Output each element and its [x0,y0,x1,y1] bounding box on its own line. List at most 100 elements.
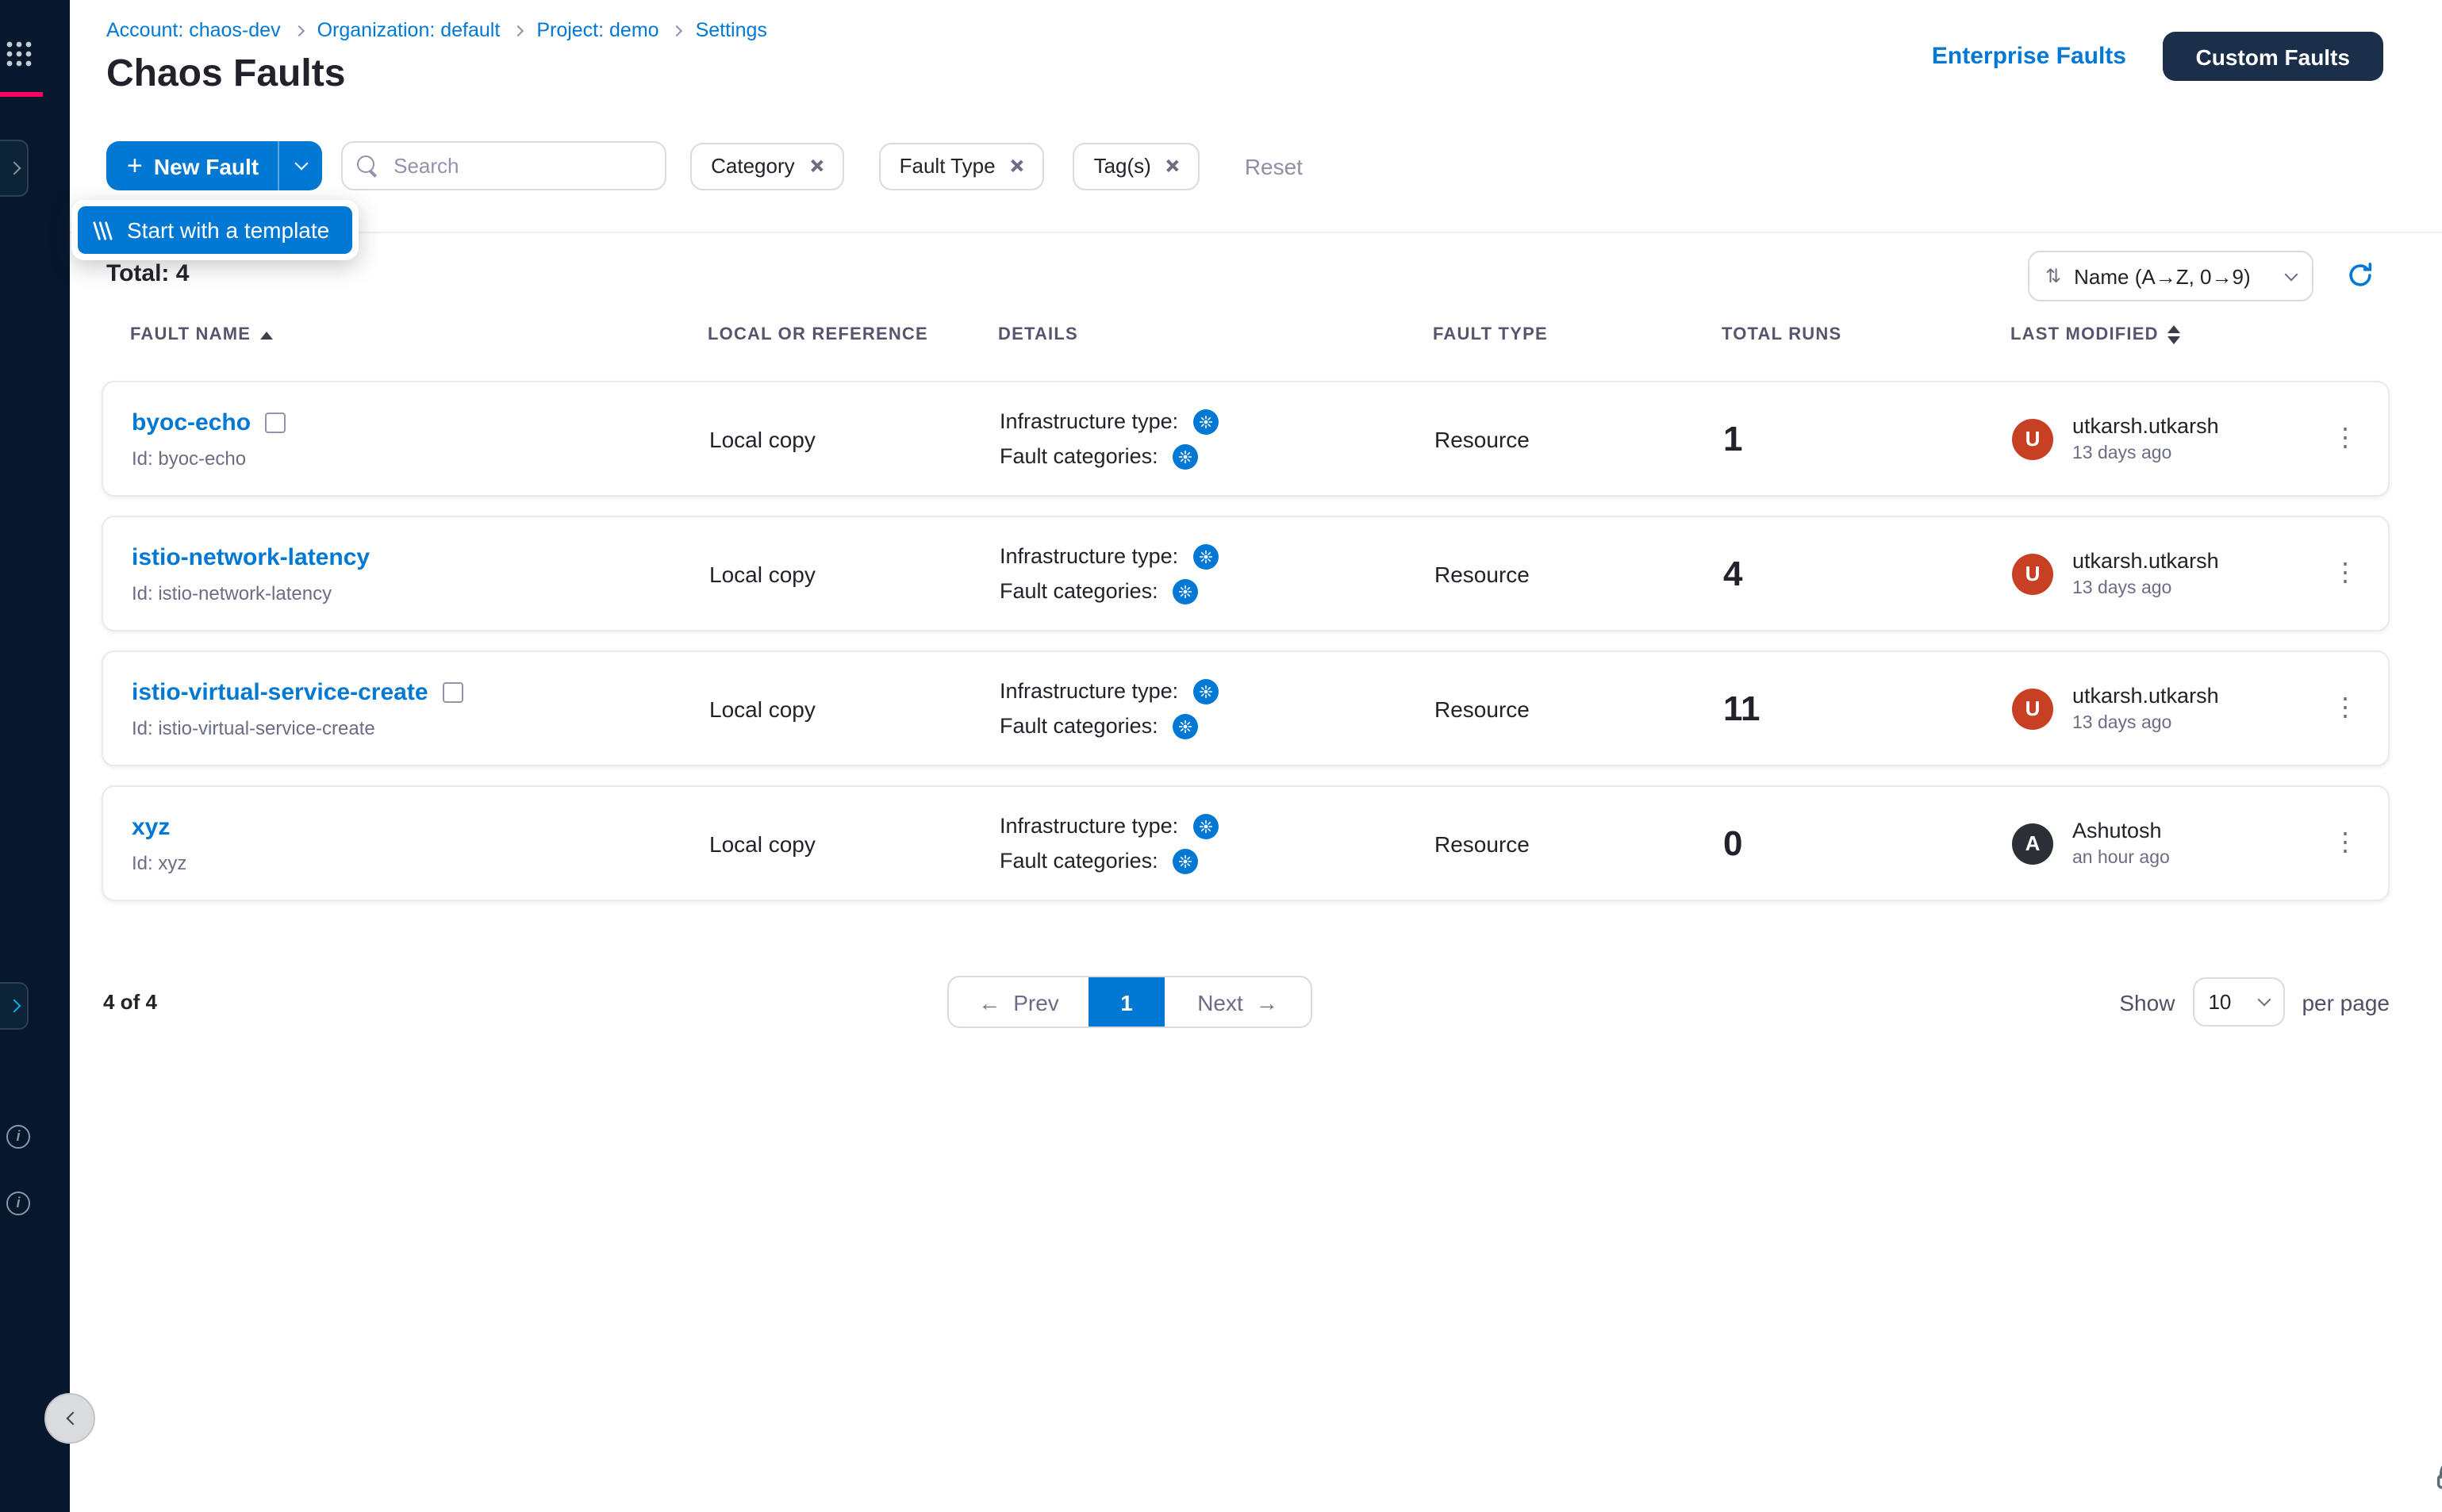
main-content: Account: chaos-dev Organization: default… [70,0,2442,1512]
new-fault-dropdown-button[interactable] [279,141,322,190]
kubernetes-icon [1192,543,1218,569]
column-fault-name[interactable]: FAULT NAME [130,325,708,344]
chaos-faults-page: i i Account: chaos-dev Organization: def… [0,0,2442,1512]
sort-both-icon [2168,325,2181,344]
new-fault-label: New Fault [154,153,259,178]
start-with-template-item[interactable]: Start with a template [78,206,351,254]
app-launcher-grid-icon[interactable] [5,40,33,68]
breadcrumb-settings-link[interactable]: Settings [696,19,767,41]
next-page-button[interactable]: Next [1165,977,1311,1027]
fault-categories-label: Fault categories: [1000,714,1158,738]
total-count: Total: 4 [106,260,189,287]
fault-name-link[interactable]: istio-network-latency [132,543,370,570]
custom-faults-button[interactable]: Custom Faults [2163,32,2383,81]
avatar: U [2012,553,2053,594]
column-details: DETAILS [998,325,1433,344]
row-menu-button[interactable]: ⋮ [2326,823,2364,862]
help-icon[interactable]: i [6,1192,30,1215]
fault-type: Resource [1434,696,1723,721]
chevron-right-icon [7,162,21,175]
column-label: TOTAL RUNS [1722,325,1841,344]
page-size-value: 10 [2208,990,2231,1014]
fault-row[interactable]: xyz Id: xyz Local copy Infrastructure ty… [102,785,2390,901]
close-icon[interactable] [809,159,824,173]
sidebar-panel-toggle[interactable] [0,982,29,1030]
enterprise-faults-link[interactable]: Enterprise Faults [1932,43,2126,70]
infrastructure-type-label: Infrastructure type: [1000,544,1178,568]
close-icon[interactable] [1010,159,1024,173]
local-or-reference: Local copy [709,696,1000,721]
row-checkbox[interactable] [443,681,463,702]
chevron-right-icon [294,25,305,36]
fault-row[interactable]: istio-network-latency Id: istio-network-… [102,516,2390,631]
arrow-right-icon [1256,989,1278,1015]
fault-type: Resource [1434,561,1723,586]
infrastructure-type-label: Infrastructure type: [1000,409,1178,433]
avatar: U [2012,418,2053,459]
page-1-button[interactable]: 1 [1089,977,1165,1027]
column-fault-type: FAULT TYPE [1433,325,1722,344]
fault-categories-label: Fault categories: [1000,579,1158,603]
filter-category-label: Category [711,154,795,178]
filter-fault-type-chip[interactable]: Fault Type [879,142,1045,190]
chevron-right-icon [513,25,524,36]
sidebar-expand-button[interactable] [0,140,29,197]
breadcrumb: Account: chaos-dev Organization: default… [106,19,767,41]
search-icon [357,155,379,178]
kubernetes-icon [1173,848,1198,873]
breadcrumb-project-link[interactable]: Project: demo [536,19,658,41]
filter-tags-label: Tag(s) [1094,154,1151,178]
breadcrumb-account-link[interactable]: Account: chaos-dev [106,19,281,41]
filter-fault-type-label: Fault Type [900,154,996,178]
row-checkbox[interactable] [265,412,286,432]
prev-page-button[interactable]: Prev [949,977,1089,1027]
column-last-modified[interactable]: LAST MODIFIED [2010,325,2325,344]
fault-id: Id: byoc-echo [132,447,709,469]
total-runs: 4 [1723,553,2012,594]
support-headset-icon[interactable] [2434,1455,2442,1496]
page-size-select[interactable]: 10 [2192,977,2284,1027]
modified-by: utkarsh.utkarsh [2072,414,2219,438]
filter-tags-chip[interactable]: Tag(s) [1073,142,1200,190]
kubernetes-icon [1173,443,1198,469]
reset-filters-button[interactable]: Reset [1245,153,1303,178]
kubernetes-icon [1192,678,1218,704]
row-menu-button[interactable]: ⋮ [2326,688,2364,727]
column-label: FAULT NAME [130,325,251,344]
row-menu-button[interactable]: ⋮ [2326,418,2364,458]
column-label: DETAILS [998,325,1078,344]
infrastructure-type-label: Infrastructure type: [1000,679,1178,703]
total-runs: 0 [1723,823,2012,864]
close-icon[interactable] [1165,159,1180,173]
prev-label: Prev [1013,989,1059,1015]
new-fault-button[interactable]: New Fault [106,141,322,190]
fault-row[interactable]: byoc-echo Id: byoc-echo Local copy Infra… [102,381,2390,497]
pagination-summary: 4 of 4 [103,990,157,1014]
plus-icon [127,152,143,179]
sidebar-collapse-handle[interactable] [44,1393,95,1444]
pagination: 4 of 4 Prev 1 Next Show 10 per page [102,976,2390,1028]
column-label: LAST MODIFIED [2010,325,2159,344]
fault-id: Id: istio-virtual-service-create [132,716,709,739]
fault-name-link[interactable]: istio-virtual-service-create [132,678,428,705]
modified-time: 13 days ago [2072,579,2219,598]
chevron-down-icon [2285,267,2298,281]
sort-select[interactable]: ⇅ Name (A→Z, 0→9) [2028,251,2313,301]
refresh-button[interactable] [2347,262,2375,290]
kubernetes-icon [1192,409,1218,434]
fault-name-link[interactable]: byoc-echo [132,409,251,436]
search-input[interactable] [390,152,644,179]
row-menu-button[interactable]: ⋮ [2326,553,2364,593]
chevron-left-icon [66,1412,79,1426]
filter-category-chip[interactable]: Category [690,142,844,190]
chevron-right-icon [671,25,682,36]
local-or-reference: Local copy [709,561,1000,586]
avatar-initial: U [2025,427,2041,451]
breadcrumb-org-link[interactable]: Organization: default [317,19,501,41]
fault-categories-label: Fault categories: [1000,444,1158,468]
info-icon[interactable]: i [6,1125,30,1149]
fault-row[interactable]: istio-virtual-service-create Id: istio-v… [102,650,2390,766]
local-or-reference: Local copy [709,831,1000,856]
fault-name-link[interactable]: xyz [132,813,170,840]
toolbar: New Fault Category Fault Type [70,136,2442,233]
